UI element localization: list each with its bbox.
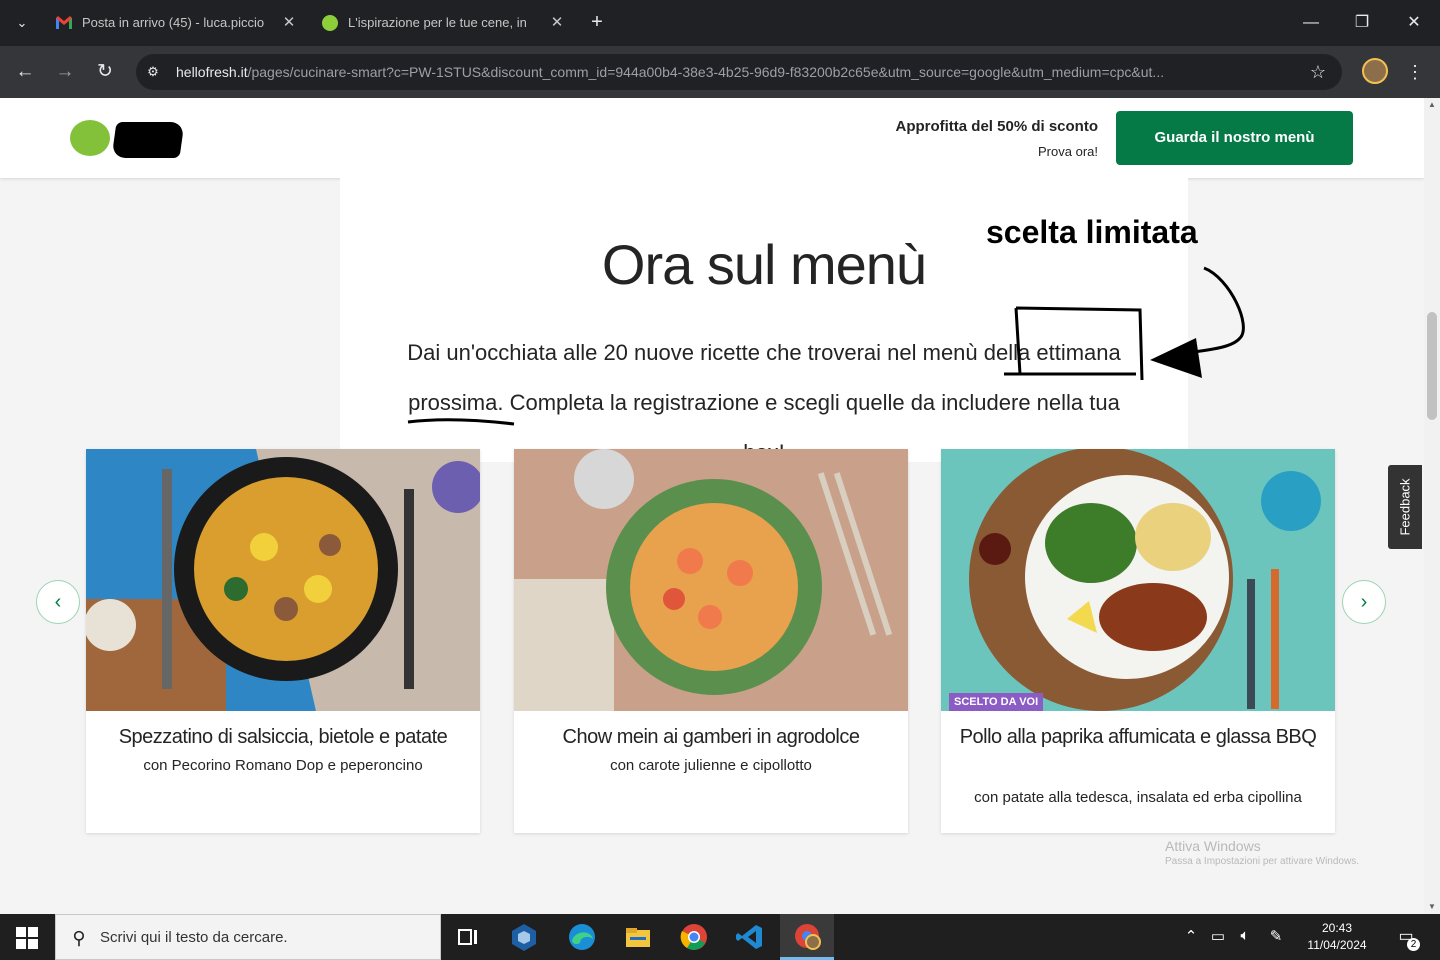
clock-date: 11/04/2024	[1307, 938, 1367, 952]
taskbar-search-box[interactable]: ⚲ Scrivi qui il testo da cercare.	[55, 914, 441, 960]
recipe-card[interactable]: Spezzatino di salsiccia, bietole e patat…	[86, 449, 480, 833]
chrome-profile-active-window[interactable]	[780, 914, 834, 960]
recipe-card[interactable]: Chow mein ai gamberi in agrodolce con ca…	[514, 449, 908, 833]
back-button[interactable]: ←	[11, 58, 39, 86]
reload-button[interactable]: ↻	[91, 58, 119, 86]
minimize-button[interactable]: —	[1296, 8, 1326, 38]
windows-taskbar: ⚲ Scrivi qui il testo da cercare. ⌃ ▭ 🔈︎…	[0, 914, 1440, 960]
page-scrollbar[interactable]: ▲ ▼	[1424, 98, 1440, 914]
tab-title: L'ispirazione per le tue cene, in	[348, 15, 527, 30]
scroll-down-icon[interactable]: ▼	[1424, 900, 1440, 914]
recipe-title: Pollo alla paprika affumicata e glassa B…	[959, 726, 1317, 748]
hellofresh-lime-icon	[322, 15, 338, 31]
tab-close-icon[interactable]: ✕	[548, 8, 566, 38]
edge-icon[interactable]	[566, 921, 598, 953]
chosen-by-you-badge: SCELTO DA VOI	[949, 693, 1044, 711]
chrome-icon[interactable]	[678, 921, 710, 953]
watermark-line-2: Passa a Impostazioni per attivare Window…	[1165, 856, 1359, 867]
browser-tab-bar: ⌄ Posta in arrivo (45) - luca.piccio ✕ L…	[0, 0, 1440, 46]
annotation-underline	[407, 418, 515, 426]
search-icon: ⚲	[72, 928, 86, 948]
web-page: Approfitta del 50% di sconto Prova ora! …	[0, 98, 1424, 914]
bookmark-star-icon[interactable]: ☆	[1306, 60, 1330, 84]
carousel-next-button[interactable]: ›	[1342, 580, 1386, 624]
virtualbox-icon[interactable]	[508, 921, 540, 953]
scrollbar-thumb[interactable]	[1427, 312, 1437, 420]
notification-center-icon[interactable]: ▭ 2	[1394, 925, 1420, 951]
recipe-image[interactable]: SCELTO DA VOI	[941, 449, 1335, 711]
new-tab-button[interactable]: +	[586, 10, 608, 34]
recipe-subtitle: con Pecorino Romano Dop e peperoncino	[143, 757, 423, 774]
annotation-box	[1004, 306, 1144, 381]
tab-search-chevron-icon[interactable]: ⌄	[10, 12, 34, 34]
clock-time: 20:43	[1321, 921, 1353, 935]
taskbar-clock[interactable]: 20:43 11/04/2024	[1300, 920, 1374, 954]
address-bar[interactable]: ⚙ hellofresh.it/pages/cucinare-smart?c=P…	[136, 54, 1342, 90]
feedback-label: Feedback	[1397, 478, 1413, 536]
carousel-prev-button[interactable]: ‹	[36, 580, 80, 624]
restore-button[interactable]: ❐	[1347, 8, 1377, 38]
tab-gmail[interactable]: Posta in arrivo (45) - luca.piccio ✕	[54, 8, 298, 38]
recipe-subtitle: con carote julienne e cipollotto	[610, 757, 812, 774]
recipe-title: Spezzatino di salsiccia, bietole e patat…	[118, 726, 448, 748]
windows-activation-watermark: Attiva Windows Passa a Impostazioni per …	[1165, 838, 1359, 867]
annotation-arrow	[1167, 266, 1245, 358]
profile-avatar[interactable]	[1362, 58, 1388, 84]
tab-hellofresh[interactable]: L'ispirazione per le tue cene, in ✕	[320, 8, 566, 38]
close-window-button[interactable]: ✕	[1399, 8, 1429, 38]
url-path: /pages/cucinare-smart?c=PW-1STUS&discoun…	[247, 64, 1165, 80]
site-settings-icon[interactable]: ⚙	[144, 63, 162, 81]
gmail-icon	[56, 16, 72, 29]
tab-close-icon[interactable]: ✕	[280, 8, 298, 38]
notification-count: 2	[1407, 938, 1420, 951]
show-hidden-icons-chevron-icon[interactable]: ⌃	[1180, 927, 1202, 945]
recipe-card[interactable]: SCELTO DA VOI Pollo alla paprika affumic…	[941, 449, 1335, 833]
windows-start-icon[interactable]	[16, 927, 38, 949]
recipe-image[interactable]	[514, 449, 908, 711]
network-icon[interactable]: ▭	[1207, 927, 1229, 945]
task-view-icon[interactable]	[452, 921, 484, 953]
pen-workspace-icon[interactable]: ✎	[1265, 927, 1287, 945]
watermark-line-1: Attiva Windows	[1165, 838, 1261, 854]
recipe-title: Chow mein ai gamberi in agrodolce	[562, 726, 861, 748]
browser-toolbar: ← → ↻ ⚙ hellofresh.it/pages/cucinare-sma…	[0, 46, 1440, 98]
chrome-menu-icon[interactable]: ⋮	[1404, 58, 1426, 86]
volume-icon[interactable]: 🔈︎	[1234, 927, 1256, 944]
url-text[interactable]: hellofresh.it/pages/cucinare-smart?c=PW-…	[176, 54, 1296, 90]
file-explorer-icon[interactable]	[622, 921, 654, 953]
forward-button[interactable]: →	[51, 58, 79, 86]
vscode-icon[interactable]	[734, 921, 766, 953]
scroll-up-icon[interactable]: ▲	[1424, 98, 1440, 112]
tab-title: Posta in arrivo (45) - luca.piccio	[82, 15, 265, 30]
recipe-subtitle: con patate alla tedesca, insalata ed erb…	[974, 789, 1302, 806]
recipe-image[interactable]	[86, 449, 480, 711]
annotation-arrowhead	[1150, 338, 1202, 378]
taskbar-search-placeholder: Scrivi qui il testo da cercare.	[100, 929, 288, 946]
url-host: hellofresh.it	[176, 64, 248, 80]
feedback-tab[interactable]: Feedback	[1388, 465, 1422, 549]
